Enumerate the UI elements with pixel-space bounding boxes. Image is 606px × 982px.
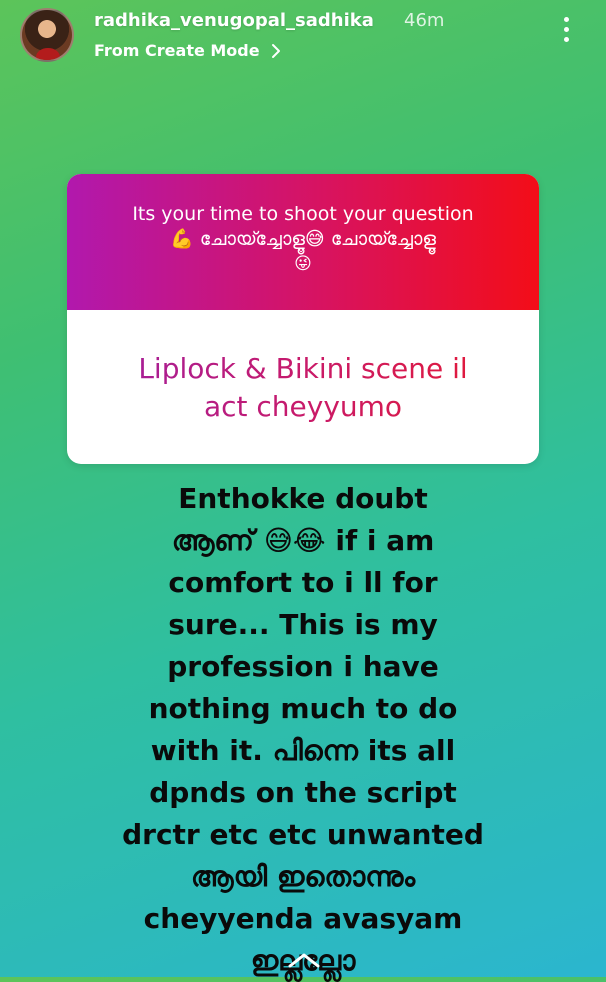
- create-mode-label: From Create Mode: [94, 41, 260, 60]
- reply-line: nothing much to do: [148, 692, 458, 725]
- create-mode-link[interactable]: From Create Mode: [94, 41, 284, 60]
- reply-text: Enthokke doubt ആണ് 😅😂 if i am comfort to…: [60, 478, 546, 982]
- reply-line: Enthokke doubt: [178, 482, 428, 515]
- reply-line: profession i have: [167, 650, 439, 683]
- chevron-right-icon: [271, 43, 280, 58]
- reply-line: sure... This is my: [168, 608, 438, 641]
- reply-line: ആണ് 😅😂 if i am: [171, 524, 435, 557]
- question-prompt: Its your time to shoot your question 💪 ച…: [67, 174, 539, 310]
- avatar[interactable]: [20, 8, 74, 62]
- reply-line: with it. പിന്നെ its all: [150, 734, 456, 767]
- prompt-line-2: 💪 ചോയ്ച്ചോളൂ😅 ചോയ്ച്ചോളൂ: [170, 228, 436, 250]
- question-sticker: Its your time to shoot your question 💪 ച…: [67, 174, 539, 464]
- reply-line: ആയി ഇതൊന്നും: [190, 860, 416, 893]
- answer-line-2: act cheyyumo: [67, 388, 539, 426]
- chevron-up-icon[interactable]: [284, 950, 324, 970]
- reply-line: comfort to i ll for: [168, 566, 438, 599]
- reply-line: cheyyenda avasyam: [143, 902, 463, 935]
- reply-line: dpnds on the script: [149, 776, 457, 809]
- answer-line-1: Liplock & Bikini scene il: [67, 350, 539, 388]
- username[interactable]: radhika_venugopal_sadhika: [94, 10, 374, 31]
- question-answer: Liplock & Bikini scene il act cheyyumo: [67, 310, 539, 426]
- reply-line: drctr etc etc unwanted: [122, 818, 484, 851]
- prompt-line-3: 😜: [294, 254, 312, 274]
- story-header: radhika_venugopal_sadhika 46m From Creat…: [0, 0, 606, 70]
- more-vertical-icon[interactable]: [556, 14, 576, 50]
- prompt-line-1: Its your time to shoot your question: [132, 203, 474, 225]
- post-time: 46m: [404, 10, 445, 31]
